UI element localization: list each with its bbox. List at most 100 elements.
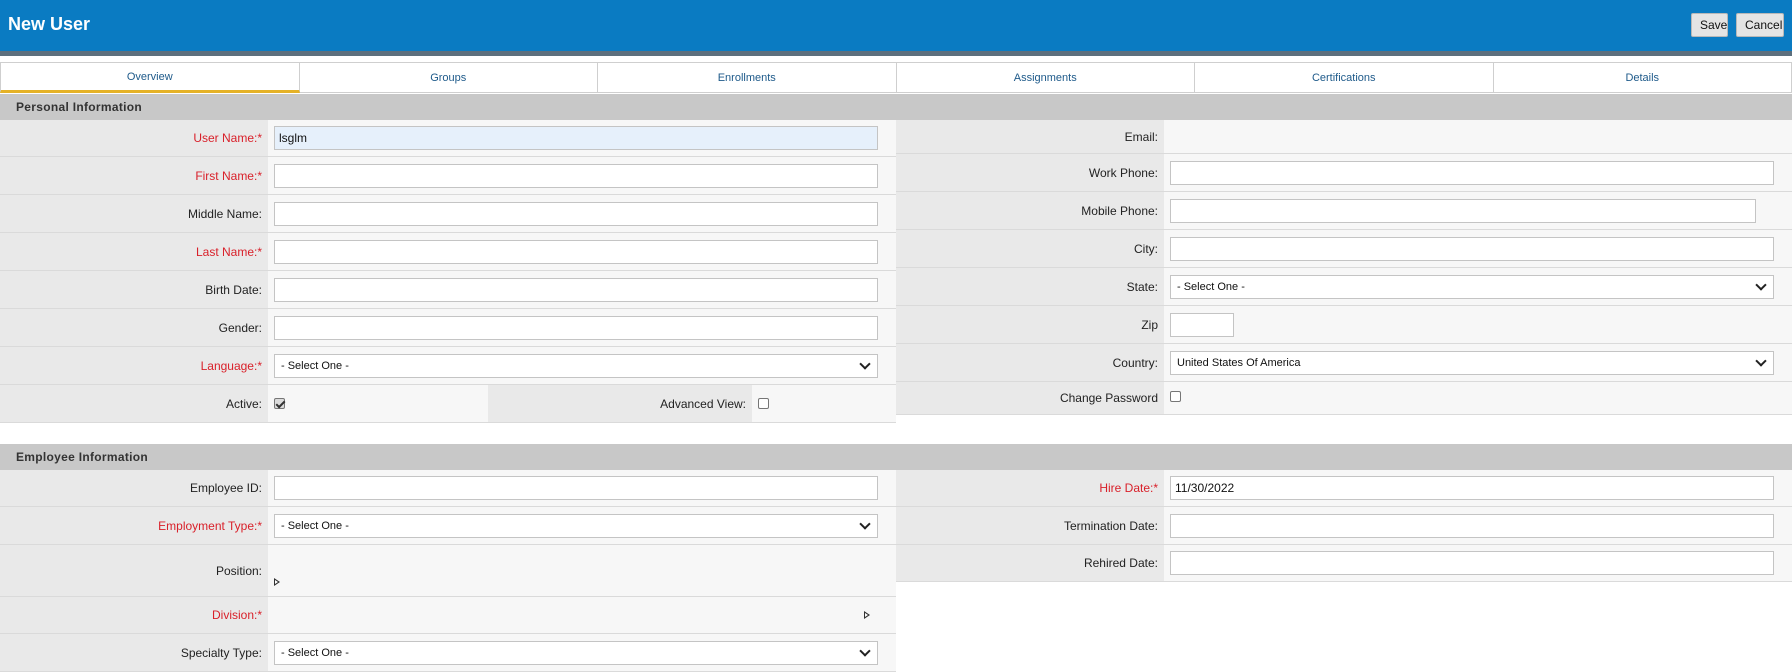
tab-groups[interactable]: Groups bbox=[299, 62, 598, 93]
work-phone-label: Work Phone: bbox=[896, 154, 1164, 191]
zip-input[interactable] bbox=[1170, 312, 1234, 337]
user-name-label: User Name:* bbox=[0, 120, 268, 156]
employee-id-row: Employee ID: bbox=[0, 470, 896, 507]
first-name-row: First Name:* bbox=[0, 157, 896, 195]
division-label: Division:* bbox=[0, 597, 268, 633]
active-row: Active: Advanced View: bbox=[0, 385, 896, 423]
chevron-down-icon bbox=[1755, 354, 1767, 367]
expand-triangle-icon[interactable] bbox=[864, 611, 870, 619]
employee-right-column: Hire Date:* Termination Date: Rehired Da… bbox=[896, 470, 1792, 582]
country-row: Country: United States Of America bbox=[896, 344, 1792, 382]
mobile-phone-row: Mobile Phone: bbox=[896, 192, 1792, 230]
mobile-phone-input[interactable] bbox=[1170, 198, 1756, 223]
first-name-input[interactable] bbox=[274, 163, 878, 188]
birth-date-row: Birth Date: bbox=[0, 271, 896, 309]
position-row: Position: bbox=[0, 545, 896, 597]
tab-bar: Overview Groups Enrollments Assignments … bbox=[0, 62, 1792, 93]
active-checkbox[interactable] bbox=[274, 398, 285, 409]
state-label: State: bbox=[896, 268, 1164, 305]
work-phone-row: Work Phone: bbox=[896, 154, 1792, 192]
language-label: Language:* bbox=[0, 347, 268, 384]
rehired-date-label: Rehired Date: bbox=[896, 545, 1164, 581]
gender-row: Gender: bbox=[0, 309, 896, 347]
last-name-row: Last Name:* bbox=[0, 233, 896, 271]
country-select-value: United States Of America bbox=[1177, 356, 1301, 369]
section-header-employee: Employee Information bbox=[0, 444, 1792, 470]
state-select-value: - Select One - bbox=[1177, 280, 1245, 293]
rehired-date-input[interactable] bbox=[1170, 551, 1774, 575]
employment-type-select[interactable]: - Select One - bbox=[274, 513, 878, 538]
mobile-phone-label: Mobile Phone: bbox=[896, 192, 1164, 229]
expand-triangle-icon[interactable] bbox=[274, 578, 280, 586]
email-value bbox=[1164, 120, 1792, 153]
state-row: State: - Select One - bbox=[896, 268, 1792, 306]
language-select-value: - Select One - bbox=[281, 359, 349, 372]
country-label: Country: bbox=[896, 344, 1164, 381]
hire-date-row: Hire Date:* bbox=[896, 470, 1792, 507]
tab-details[interactable]: Details bbox=[1493, 62, 1792, 93]
user-name-row: User Name:* bbox=[0, 120, 896, 157]
employment-type-row: Employment Type:* - Select One - bbox=[0, 507, 896, 545]
email-row: Email: bbox=[896, 120, 1792, 154]
city-input[interactable] bbox=[1170, 236, 1774, 261]
tab-certifications[interactable]: Certifications bbox=[1195, 62, 1494, 93]
city-row: City: bbox=[896, 230, 1792, 268]
gender-label: Gender: bbox=[0, 309, 268, 346]
zip-label: Zip bbox=[896, 306, 1164, 343]
app-header: New User Save Cancel bbox=[0, 0, 1792, 51]
specialty-type-select-value: - Select One - bbox=[281, 646, 349, 659]
active-label: Active: bbox=[0, 385, 268, 422]
birth-date-label: Birth Date: bbox=[0, 271, 268, 308]
termination-date-label: Termination Date: bbox=[896, 507, 1164, 544]
city-label: City: bbox=[896, 230, 1164, 267]
chevron-down-icon bbox=[859, 644, 871, 657]
employee-left-column: Employee ID: Employment Type:* - Select … bbox=[0, 470, 896, 672]
change-password-checkbox[interactable] bbox=[1170, 391, 1181, 402]
chevron-down-icon bbox=[859, 357, 871, 370]
chevron-down-icon bbox=[1755, 278, 1767, 291]
last-name-input[interactable] bbox=[274, 239, 878, 264]
termination-date-input[interactable] bbox=[1170, 513, 1774, 538]
middle-name-label: Middle Name: bbox=[0, 195, 268, 232]
employment-type-select-value: - Select One - bbox=[281, 519, 349, 532]
middle-name-row: Middle Name: bbox=[0, 195, 896, 233]
termination-date-row: Termination Date: bbox=[896, 507, 1792, 545]
state-select[interactable]: - Select One - bbox=[1170, 274, 1774, 299]
hire-date-input[interactable] bbox=[1170, 476, 1774, 500]
zip-row: Zip bbox=[896, 306, 1792, 344]
user-name-input[interactable] bbox=[274, 126, 878, 150]
tab-assignments[interactable]: Assignments bbox=[896, 62, 1195, 93]
last-name-label: Last Name:* bbox=[0, 233, 268, 270]
birth-date-input[interactable] bbox=[274, 277, 878, 302]
first-name-label: First Name:* bbox=[0, 157, 268, 194]
employment-type-label: Employment Type:* bbox=[0, 507, 268, 544]
position-label: Position: bbox=[0, 545, 268, 596]
language-row: Language:* - Select One - bbox=[0, 347, 896, 385]
cancel-button[interactable]: Cancel bbox=[1736, 13, 1784, 37]
header-divider bbox=[0, 51, 1792, 56]
advanced-view-checkbox[interactable] bbox=[758, 398, 769, 409]
personal-left-column: User Name:* First Name:* Middle Name: La… bbox=[0, 120, 896, 423]
tab-overview[interactable]: Overview bbox=[0, 62, 300, 93]
employee-id-input[interactable] bbox=[274, 476, 878, 500]
page-title: New User bbox=[8, 14, 91, 34]
middle-name-input[interactable] bbox=[274, 201, 878, 226]
hire-date-label: Hire Date:* bbox=[896, 470, 1164, 506]
country-select[interactable]: United States Of America bbox=[1170, 350, 1774, 375]
section-header-personal: Personal Information bbox=[0, 94, 1792, 120]
email-label: Email: bbox=[896, 120, 1164, 153]
change-password-label: Change Password bbox=[896, 382, 1164, 414]
tab-enrollments[interactable]: Enrollments bbox=[598, 62, 897, 93]
save-button[interactable]: Save bbox=[1691, 13, 1728, 37]
work-phone-input[interactable] bbox=[1170, 160, 1774, 185]
rehired-date-row: Rehired Date: bbox=[896, 545, 1792, 582]
advanced-view-label: Advanced View: bbox=[488, 385, 752, 422]
employee-id-label: Employee ID: bbox=[0, 470, 268, 506]
language-select[interactable]: - Select One - bbox=[274, 353, 878, 378]
specialty-type-row: Specialty Type: - Select One - bbox=[0, 634, 896, 672]
division-row: Division:* bbox=[0, 597, 896, 634]
change-password-row: Change Password bbox=[896, 382, 1792, 415]
specialty-type-select[interactable]: - Select One - bbox=[274, 640, 878, 665]
gender-input[interactable] bbox=[274, 315, 878, 340]
personal-right-column: Email: Work Phone: Mobile Phone: City: S… bbox=[896, 120, 1792, 415]
